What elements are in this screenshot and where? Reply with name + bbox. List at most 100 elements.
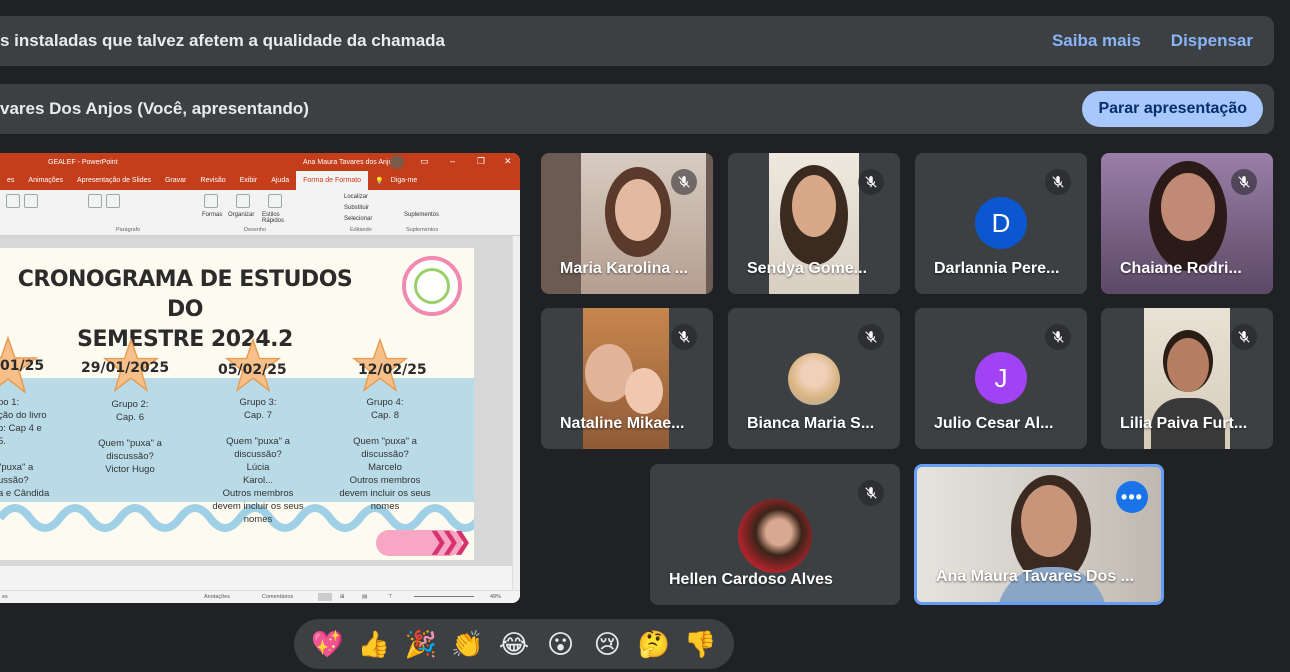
dismiss-link[interactable]: Dispensar [1171, 31, 1253, 51]
participant-tile[interactable]: Lilia Paiva Furt... [1101, 308, 1273, 449]
participant-name: Chaiane Rodri... [1120, 260, 1242, 277]
shared-screen: GEALEF - PowerPoint Ana Maura Tavares do… [0, 153, 520, 603]
participant-name: Maria Karolina ... [560, 260, 689, 277]
participant-name: Lilia Paiva Furt... [1120, 415, 1248, 432]
col-line: Quem "puxa" a [353, 436, 417, 447]
participant-tile[interactable]: Bianca Maria S... [728, 308, 900, 449]
sparkling-heart-reaction[interactable]: 💖 [310, 631, 344, 657]
participant-name: Darlannia Pere... [934, 260, 1060, 277]
banner-actions: Saiba mais Dispensar [1052, 31, 1253, 51]
menu-item: es [7, 177, 15, 184]
banner-message: s instaladas que talvez afetem a qualida… [0, 31, 446, 50]
laughing-reaction[interactable]: 😂 [497, 631, 531, 657]
participant-tile[interactable]: Maria Karolina ... [541, 153, 713, 294]
participant-tile[interactable]: Sendya Gome... [728, 153, 900, 294]
learn-more-link[interactable]: Saiba mais [1052, 31, 1141, 51]
participant-tile[interactable]: Nataline Mikae... [541, 308, 713, 449]
col-line: discussão? [106, 451, 154, 462]
ribbon-label: Substituir [344, 205, 370, 211]
col-line: Grupo 3: [239, 397, 277, 408]
muted-mic-icon [1231, 324, 1257, 350]
participant-name: Bianca Maria S... [747, 415, 875, 432]
muted-mic-icon [671, 169, 697, 195]
participant-name: Julio Cesar Al... [934, 415, 1054, 432]
quick-styles-icon [268, 194, 282, 208]
col-line: a e Cândida [0, 488, 50, 499]
col-line: Quem "puxa" a [98, 438, 162, 449]
slide-title-line: CRONOGRAMA DE ESTUDOS DO [17, 267, 353, 322]
muted-mic-icon [858, 480, 884, 506]
stop-presenting-button[interactable]: Parar apresentação [1082, 91, 1263, 127]
muted-mic-icon [1231, 169, 1257, 195]
zoom-level: 49% [490, 594, 502, 600]
bullets-icon [88, 194, 102, 208]
menu-item: Exibir [239, 177, 258, 184]
participant-tile[interactable]: Chaiane Rodri... [1101, 153, 1273, 294]
self-participant-tile[interactable]: ••• Ana Maura Tavares Dos ... [914, 464, 1164, 605]
slide-column-4: Grupo 4: Cap. 8 Quem "puxa" a discussão?… [330, 396, 440, 513]
menu-item: Revisão [200, 177, 226, 184]
muted-mic-icon [1045, 324, 1071, 350]
slide-date: 05/02/25 [218, 362, 287, 378]
list-icon [6, 194, 20, 208]
menu-item: Apresentação de Slides [77, 177, 151, 184]
col-line: Cap. 7 [244, 410, 272, 421]
col-line: Cap. 8 [371, 410, 399, 421]
participant-tile[interactable]: Hellen Cardoso Alves [650, 464, 900, 605]
col-line: "puxa" a [0, 462, 34, 473]
thumbs-up-reaction[interactable]: 👍 [357, 631, 391, 657]
ppt-user-name: Ana Maura Tavares dos Anjos [303, 158, 396, 166]
participant-photo-avatar [788, 353, 840, 405]
col-line: devem incluir os seus [339, 488, 431, 499]
thumbs-down-reaction[interactable]: 👎 [684, 631, 718, 657]
slide-date: 01/25 [0, 358, 45, 374]
col-line: po 1: [0, 397, 20, 408]
col-line: Grupo 4: [366, 397, 404, 408]
participant-name: Sendya Gome... [747, 260, 868, 277]
more-options-button[interactable]: ••• [1116, 481, 1148, 513]
ribbon-group-label: Desenho [244, 227, 267, 233]
slide-column-1: po 1: ção do livro o: Cap 4 e 5. "puxa" … [0, 396, 49, 500]
status-comments: Comentários [262, 594, 294, 600]
slide-column-3: Grupo 3: Cap. 7 Quem "puxa" a discussão?… [203, 396, 313, 526]
participant-name: Nataline Mikae... [560, 415, 685, 432]
reading-view-icon: ▤ [362, 594, 368, 600]
presentation-bar: vares Dos Anjos (Você, apresentando) Par… [0, 84, 1274, 134]
status-text: es [2, 594, 8, 600]
participant-initial-avatar: D [975, 197, 1027, 249]
ribbon-label: Selecionar [344, 216, 373, 222]
col-line: ussão? [0, 475, 29, 486]
participant-initial-avatar: J [975, 352, 1027, 404]
ppt-vertical-scrollbar [512, 236, 520, 590]
restore-icon: ❐ [477, 156, 486, 166]
normal-view-icon [318, 593, 332, 601]
crying-reaction[interactable]: 😢 [590, 631, 624, 657]
participant-face [1167, 338, 1209, 392]
ribbon-label: Estilos Rápidos [262, 212, 285, 224]
col-line: Lúcia [246, 462, 270, 473]
participant-tile[interactable]: J Julio Cesar Al... [915, 308, 1087, 449]
col-line: Grupo 2: [111, 399, 149, 410]
lightbulb-icon: 💡 [375, 177, 384, 185]
surprised-reaction[interactable]: 😮 [544, 631, 578, 657]
minimize-icon: – [450, 156, 456, 166]
ribbon-display-icon: ▭ [420, 156, 429, 166]
clapping-reaction[interactable]: 👏 [450, 631, 484, 657]
col-line: Quem "puxa" a [226, 436, 290, 447]
meet-window: s instaladas que talvez afetem a qualida… [0, 0, 1290, 672]
presenter-label: vares Dos Anjos (Você, apresentando) [0, 99, 309, 118]
sorter-view-icon: ⊞ [340, 594, 345, 600]
col-line: discussão? [361, 449, 409, 460]
slide: CRONOGRAMA DE ESTUDOS DO SEMESTRE 2024.2… [0, 248, 474, 560]
ppt-app-title: GEALEF - PowerPoint [48, 158, 118, 166]
col-line: Cap. 6 [116, 412, 144, 423]
slideshow-icon: ⊤ [388, 594, 393, 600]
shapes-icon [204, 194, 218, 208]
thinking-reaction[interactable]: 🤔 [637, 631, 671, 657]
numbering-icon [106, 194, 120, 208]
ppt-status-bar: es Anotações Comentários ⊞ ▤ ⊤ 49% [0, 590, 520, 603]
party-popper-reaction[interactable]: 🎉 [404, 631, 438, 657]
slide-canvas: CRONOGRAMA DE ESTUDOS DO SEMESTRE 2024.2… [0, 236, 512, 566]
participant-tile[interactable]: D Darlannia Pere... [915, 153, 1087, 294]
col-line: 5. [0, 436, 6, 447]
